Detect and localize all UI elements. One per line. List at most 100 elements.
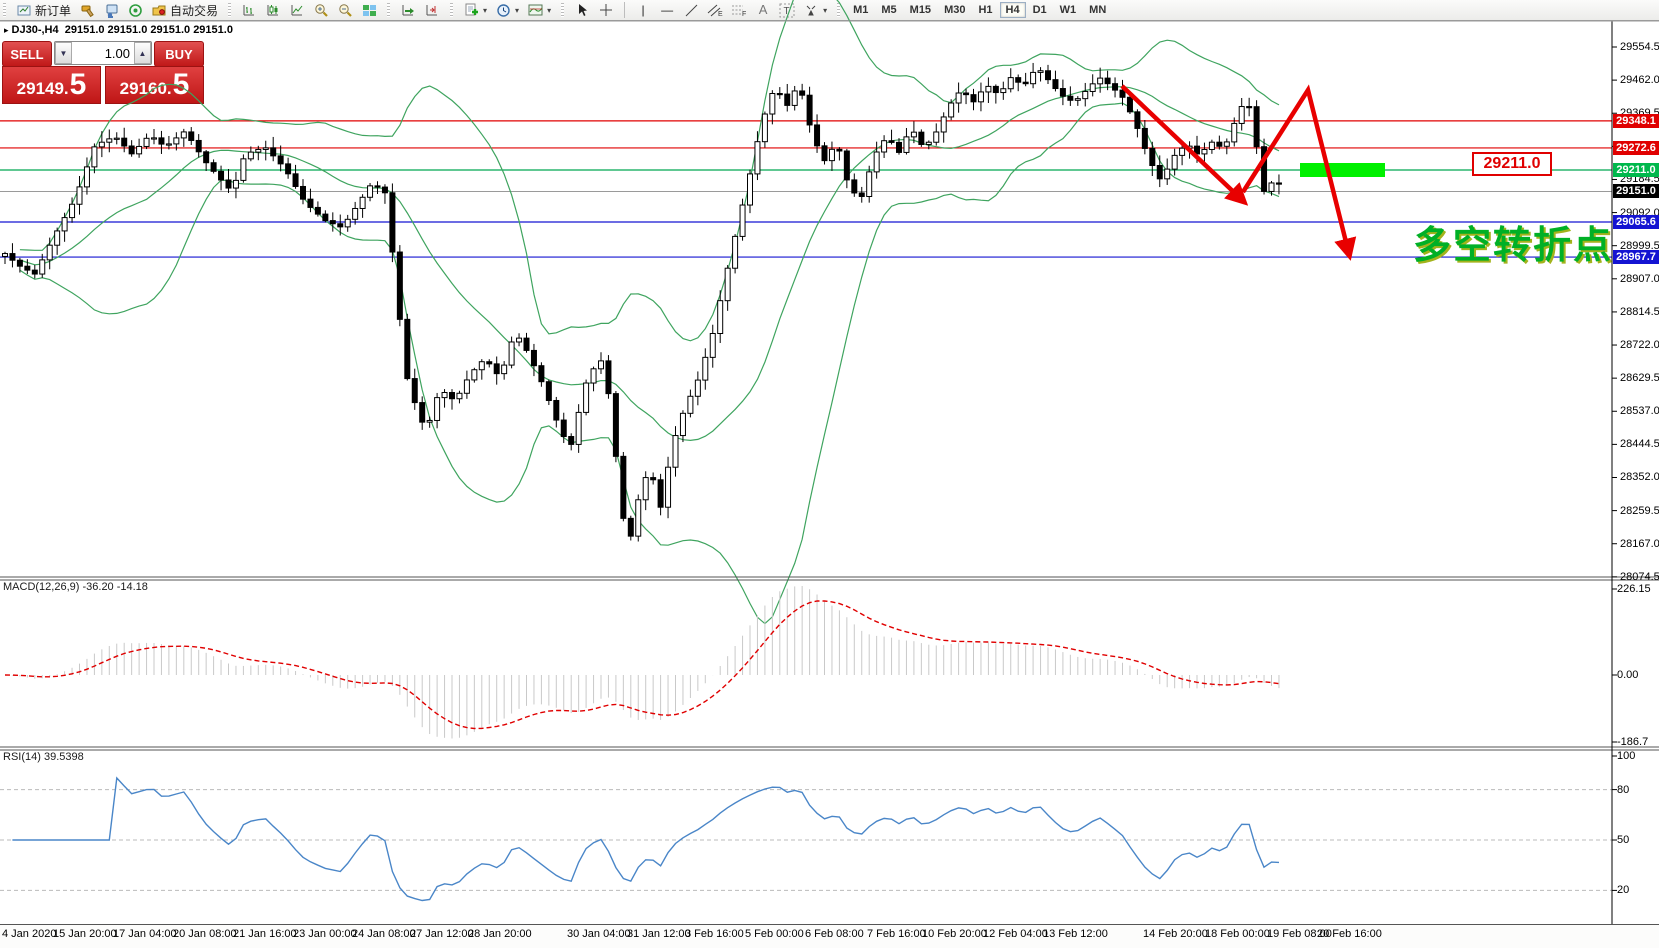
- candle-body: [897, 142, 902, 152]
- candle-body: [956, 93, 961, 103]
- bollinger-middle-band[interactable]: [20, 87, 1279, 441]
- price-callout-box[interactable]: 29211.0: [1472, 152, 1552, 176]
- time-label: 13 Feb 12:00: [1043, 928, 1108, 940]
- rsi-axis-label: 80: [1617, 784, 1629, 796]
- candle-body: [703, 357, 708, 380]
- candle-body: [666, 467, 671, 507]
- candle-body: [450, 393, 455, 399]
- candle-body: [1142, 128, 1147, 148]
- candle-body: [509, 342, 514, 365]
- candle-body: [1232, 123, 1237, 141]
- rsi-axis-label: 50: [1617, 834, 1629, 846]
- candle-body: [40, 260, 45, 274]
- candle-body: [725, 268, 730, 300]
- time-label: 21 Jan 16:00: [233, 928, 297, 940]
- candle-body: [442, 393, 447, 398]
- macd-values: -36.20 -14.18: [82, 581, 147, 593]
- candle-body: [1083, 91, 1088, 98]
- price-tag-28967.7: 28967.7: [1613, 250, 1659, 264]
- candle-body: [1150, 148, 1155, 165]
- candle-body: [658, 480, 663, 507]
- price-tick-label: 29462.0: [1620, 74, 1659, 86]
- candle-body: [904, 137, 909, 153]
- candle-body: [1090, 84, 1095, 92]
- candle-body: [569, 437, 574, 445]
- candle-body: [1068, 96, 1073, 100]
- candle-body: [99, 142, 104, 147]
- candle-body: [546, 382, 551, 401]
- candle-body: [837, 149, 842, 151]
- time-label: 6 Feb 08:00: [805, 928, 864, 940]
- turning-point-annotation[interactable]: 多空转折点: [1413, 214, 1613, 269]
- candle-body: [397, 252, 402, 319]
- candle-body: [1008, 78, 1013, 89]
- candle-body: [114, 138, 119, 139]
- candle-body: [457, 393, 462, 398]
- price-tag-29348.1: 29348.1: [1613, 114, 1659, 128]
- candle-body: [70, 204, 75, 217]
- candle-body: [949, 103, 954, 117]
- price-tick-label: 28074.5: [1620, 571, 1659, 583]
- candle-body: [144, 138, 149, 146]
- candle-body: [107, 139, 112, 142]
- candle-body: [852, 180, 857, 193]
- candle-body: [420, 403, 425, 423]
- candle-body: [1060, 89, 1065, 97]
- candle-body: [740, 205, 745, 236]
- highlight-rectangle[interactable]: [1300, 163, 1385, 177]
- candle-body: [338, 224, 343, 227]
- time-label: 17 Jan 04:00: [113, 928, 177, 940]
- candle-body: [531, 350, 536, 365]
- candle-body: [181, 132, 186, 138]
- candle-body: [524, 338, 529, 350]
- candle-body: [77, 187, 82, 204]
- candle-body: [248, 152, 253, 159]
- candle-body: [993, 86, 998, 92]
- candle-body: [539, 366, 544, 382]
- candle-body: [718, 301, 723, 334]
- candle-body: [1172, 155, 1177, 169]
- candle-body: [748, 174, 753, 205]
- chart-canvas[interactable]: [0, 0, 1659, 948]
- candle-body: [673, 436, 678, 468]
- candle-body: [286, 164, 291, 174]
- candle-body: [32, 270, 37, 274]
- price-tick-label: 29554.5: [1620, 41, 1659, 53]
- time-label: 10 Feb 20:00: [922, 928, 987, 940]
- candle-body: [233, 180, 238, 188]
- candle-body: [219, 171, 224, 180]
- candle-body: [1157, 165, 1162, 178]
- candle-body: [1038, 71, 1043, 73]
- price-tick-label: 28167.0: [1620, 538, 1659, 550]
- time-label: 5 Feb 00:00: [745, 928, 804, 940]
- time-label: 28 Jan 20:00: [468, 928, 532, 940]
- candle-body: [278, 156, 283, 164]
- candle-body: [62, 218, 67, 231]
- candle-body: [375, 186, 380, 187]
- candle-body: [152, 138, 157, 139]
- candle-body: [785, 94, 790, 105]
- candle-body: [643, 478, 648, 500]
- rsi-value: 39.5398: [44, 751, 84, 763]
- rsi-axis-label: 20: [1617, 884, 1629, 896]
- time-label: 18 Feb 00:00: [1205, 928, 1270, 940]
- candle-body: [271, 148, 276, 156]
- macd-signal-line[interactable]: [5, 601, 1279, 729]
- candle-body: [92, 147, 97, 167]
- rsi-line[interactable]: [12, 778, 1279, 901]
- candle-body: [159, 138, 164, 144]
- candle-body: [1239, 107, 1244, 124]
- candle-body: [755, 142, 760, 174]
- candle-body: [464, 380, 469, 393]
- candle-body: [390, 193, 395, 252]
- candle-body: [882, 141, 887, 152]
- candle-body: [859, 193, 864, 197]
- candle-body: [986, 86, 991, 92]
- candle-body: [189, 132, 194, 141]
- mt4-window: 新订单 自动交易: [0, 0, 1659, 948]
- bollinger-lower-band[interactable]: [20, 103, 1279, 624]
- candle-body: [226, 180, 231, 188]
- candle-body: [576, 412, 581, 444]
- candle-body: [1135, 112, 1140, 129]
- candle-body: [636, 500, 641, 536]
